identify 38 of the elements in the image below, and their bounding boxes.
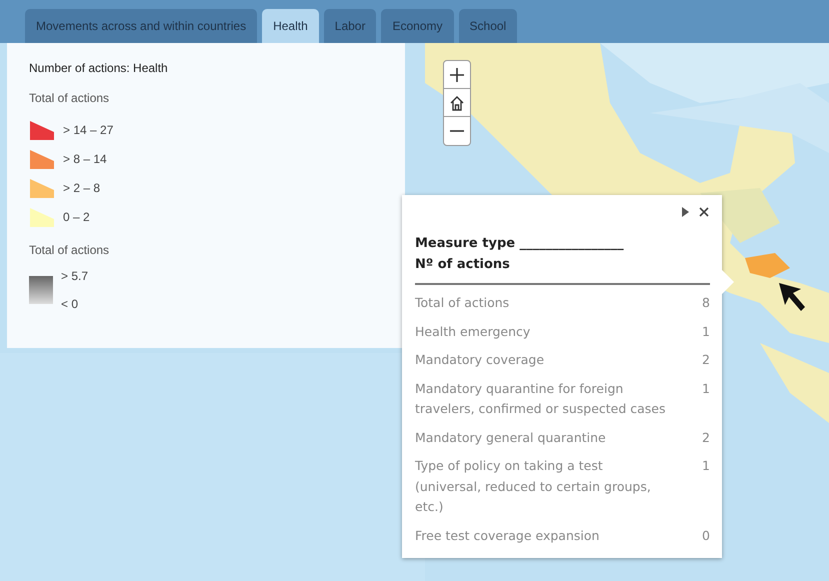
tab[interactable]: Movements across and within countries bbox=[25, 9, 258, 43]
highlighted-region bbox=[745, 253, 791, 279]
tab[interactable]: Economy bbox=[381, 9, 454, 43]
legend-heading: Total of actions bbox=[29, 90, 110, 107]
legend-label: > 2 – 8 bbox=[63, 180, 100, 196]
legend-label: > 5.7 bbox=[61, 268, 88, 285]
tab[interactable]: Health bbox=[262, 9, 319, 43]
popup-heading: Nº of actions bbox=[415, 256, 511, 274]
tab[interactable]: Labor bbox=[324, 9, 376, 43]
field-value: 0 bbox=[701, 526, 710, 544]
field-value: 2 bbox=[701, 351, 710, 369]
field-value: 1 bbox=[701, 322, 710, 340]
field-label: Mandatory general quarantine bbox=[415, 428, 606, 447]
legend-label: > 8 – 14 bbox=[63, 150, 107, 168]
field-value: 1 bbox=[701, 380, 710, 398]
legend-label: 0 – 2 bbox=[63, 208, 90, 226]
field-value: 2 bbox=[701, 428, 710, 446]
close-icon[interactable] bbox=[698, 206, 710, 218]
gradient-swatch bbox=[29, 276, 53, 304]
field-label: Type of policy on taking a test (universal, reduced to certain groups, etc.) bbox=[415, 457, 652, 516]
field-label: Mandatory coverage bbox=[415, 351, 544, 369]
field-label: Mandatory quarantine for foreign travelers, confirmed or suspected cases bbox=[415, 380, 667, 418]
home-icon bbox=[449, 94, 465, 110]
legend-label: > 14 – 27 bbox=[63, 122, 114, 138]
field-value: 1 bbox=[701, 457, 710, 475]
legend-title: Number of actions: Health bbox=[29, 60, 169, 77]
legend-heading: Total of actions bbox=[29, 242, 110, 259]
legend-label: < 0 bbox=[61, 296, 80, 313]
popup-heading: Measure type ________________ bbox=[415, 235, 625, 253]
plus-icon bbox=[449, 66, 465, 82]
play-icon[interactable] bbox=[680, 206, 690, 218]
field-label: Total of actions bbox=[415, 294, 510, 312]
tab[interactable]: School bbox=[458, 9, 518, 43]
cursor-icon bbox=[777, 281, 807, 313]
field-label: Free test coverage expansion bbox=[415, 526, 600, 545]
field-label: Health emergency bbox=[415, 322, 530, 341]
minus-icon bbox=[450, 130, 464, 132]
field-value: 8 bbox=[701, 294, 710, 312]
